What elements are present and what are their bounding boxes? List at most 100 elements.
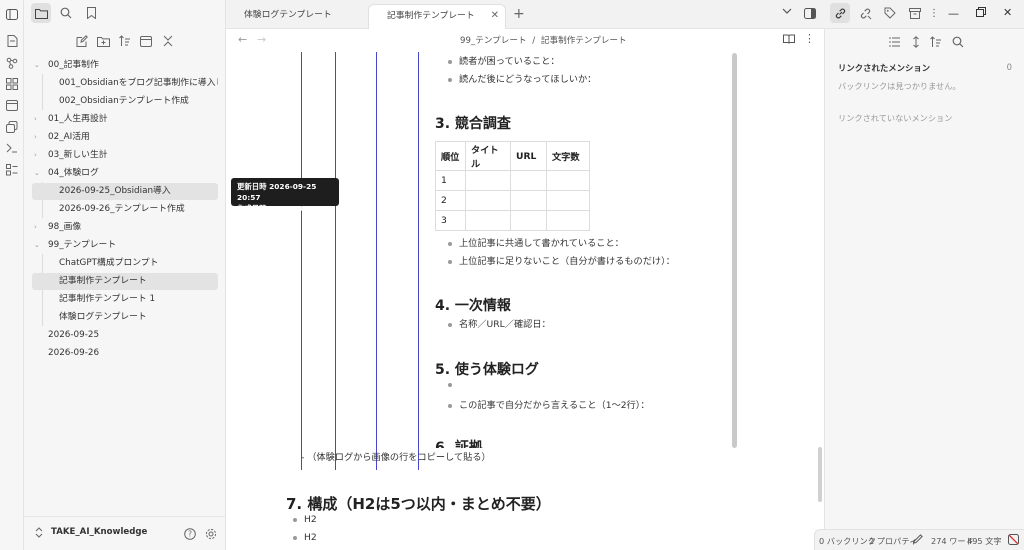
tree-file[interactable]: 2026-09-26 — [32, 345, 218, 362]
collapse-view-icon[interactable] — [136, 31, 156, 51]
tree-folder[interactable]: ⌄ 00_記事制作 — [32, 57, 218, 74]
calendar-icon[interactable] — [4, 97, 20, 113]
tree-folder[interactable]: › 03_新しい生計 — [32, 147, 218, 164]
restore-icon[interactable] — [976, 7, 986, 20]
window-close-icon[interactable]: ✕ — [1003, 6, 1012, 19]
properties-count[interactable]: 2 プロパティ — [869, 535, 917, 547]
heading-clipped-wrapper: 6. 証拠 — [435, 433, 735, 448]
file-explorer-sidebar: ⌄ 00_記事制作 001_Obsidianをブログ記事制作に導入し... 002… — [24, 0, 226, 550]
sort-icon[interactable] — [926, 32, 946, 52]
folder-icon[interactable] — [31, 3, 51, 23]
tags-icon[interactable] — [880, 3, 900, 23]
tree-folder[interactable]: › 98_画像 — [32, 219, 218, 236]
list-item: 上位記事に共通して書かれていること： — [448, 235, 624, 249]
breadcrumb-folder[interactable]: 99_テンプレート — [460, 36, 527, 46]
status-bar: 0 バックリンク 2 プロパティ 274 ワード 495 文字 — [814, 529, 1024, 550]
search-icon[interactable] — [948, 32, 968, 52]
expand-vertical-icon[interactable] — [906, 32, 926, 52]
tree-file[interactable]: 体験ログテンプレート — [32, 309, 218, 326]
linked-mentions-title[interactable]: リンクされたメンション — [838, 62, 930, 74]
tree-folder[interactable]: › 02_AI活用 — [32, 129, 218, 146]
tree-file[interactable]: 2026-09-26_テンプレート作成 — [32, 201, 218, 218]
table-cell[interactable]: 3 — [435, 210, 466, 231]
backlinks-count[interactable]: 0 バックリンク — [819, 535, 876, 547]
outer-scrollbar[interactable] — [818, 447, 822, 502]
svg-text:?: ? — [188, 530, 192, 539]
table-row: 3 — [435, 210, 590, 231]
canvas-icon[interactable] — [4, 76, 20, 92]
table-cell[interactable] — [465, 190, 511, 211]
unlinked-mentions-title[interactable]: リンクされていないメンション — [838, 112, 952, 124]
table-cell[interactable] — [510, 170, 547, 191]
tree-file-selected[interactable]: 2026-09-25_Obsidian導入 — [32, 183, 218, 200]
table-cell[interactable] — [510, 210, 547, 231]
chevron-down-icon: ⌄ — [34, 169, 40, 177]
reading-view-icon[interactable] — [783, 34, 795, 47]
bullet-dot — [448, 241, 452, 246]
bullet-dot — [293, 517, 297, 522]
bullet-dot — [448, 77, 452, 82]
sidebar-toggle-icon[interactable] — [4, 6, 20, 22]
vault-switcher[interactable]: TAKE_AI_Knowledge ? — [24, 516, 226, 550]
bookmark-icon[interactable] — [81, 3, 101, 23]
copy-icon[interactable] — [4, 119, 20, 135]
inner-scrollbar[interactable] — [732, 53, 737, 448]
tooltip-created: 作成日時 2026-09-25 20:53 — [237, 204, 317, 224]
tab-experience-log-template[interactable]: 体験ログテンプレート — [226, 4, 360, 29]
sidebar-header — [24, 0, 226, 28]
heading-competition: 3. 競合調査 — [435, 116, 511, 132]
obsidian-window: ⌄ 00_記事制作 001_Obsidianをブログ記事制作に導入し... 002… — [0, 0, 1024, 550]
template-icon[interactable] — [4, 162, 20, 178]
table-cell[interactable] — [465, 210, 511, 231]
search-icon[interactable] — [56, 3, 76, 23]
back-arrow-icon[interactable]: ← — [238, 33, 247, 46]
sync-off-icon[interactable] — [1008, 534, 1019, 547]
settings-gear-icon[interactable] — [201, 524, 221, 544]
table-cell[interactable] — [546, 170, 590, 191]
collapse-all-icon[interactable] — [158, 31, 178, 51]
new-note-icon[interactable] — [4, 33, 20, 49]
sort-icon[interactable] — [115, 31, 135, 51]
list-item: H2 — [293, 514, 317, 525]
right-sidebar-toggle-icon[interactable] — [804, 8, 816, 22]
tab-article-template[interactable]: 記事制作テンプレート ✕ — [368, 4, 506, 29]
backlinks-icon[interactable] — [830, 3, 850, 23]
table-row: 2 — [435, 190, 590, 211]
close-icon[interactable]: ✕ — [491, 5, 499, 27]
minimize-icon[interactable]: — — [948, 7, 959, 20]
chevron-down-icon[interactable] — [782, 7, 792, 18]
outgoing-links-icon[interactable] — [855, 3, 875, 23]
breadcrumb-file[interactable]: 記事制作テンプレート — [541, 36, 627, 46]
breadcrumb-separator: / — [532, 36, 536, 46]
more-options-icon[interactable]: ⋮ — [804, 32, 815, 45]
tree-folder[interactable]: ⌄ 99_テンプレート — [32, 237, 218, 254]
graph-view-icon[interactable] — [4, 55, 20, 71]
table-cell[interactable] — [546, 190, 590, 211]
tree-file[interactable]: 記事制作テンプレート 1 — [32, 291, 218, 308]
tree-folder[interactable]: ⌄ 04_体験ログ — [32, 165, 218, 182]
bullet-dot — [448, 382, 452, 387]
table-cell[interactable]: 1 — [435, 170, 466, 191]
new-note-button[interactable] — [72, 31, 92, 51]
tree-file[interactable]: 002_Obsidianテンプレート作成 — [32, 93, 218, 110]
tree-file[interactable]: 001_Obsidianをブログ記事制作に導入し... — [32, 75, 218, 92]
terminal-icon[interactable] — [4, 140, 20, 156]
list-item: H2 — [293, 532, 317, 543]
new-folder-button[interactable] — [93, 31, 113, 51]
archive-icon[interactable] — [905, 3, 925, 23]
table-cell[interactable] — [465, 170, 511, 191]
table-cell[interactable] — [510, 190, 547, 211]
bullet-dot — [293, 535, 297, 540]
edit-pencil-icon[interactable] — [913, 534, 923, 546]
table-cell[interactable]: 2 — [435, 190, 466, 211]
more-options-icon[interactable]: ⋮ — [929, 8, 939, 19]
table-cell[interactable] — [546, 210, 590, 231]
tree-file[interactable]: ChatGPT構成プロンプト — [32, 255, 218, 272]
list-view-icon[interactable] — [885, 32, 905, 52]
forward-arrow-icon[interactable]: → — [257, 33, 266, 46]
new-tab-icon[interactable]: + — [513, 6, 525, 22]
help-icon[interactable]: ? — [180, 524, 200, 544]
tree-file-active[interactable]: 記事制作テンプレート — [32, 273, 218, 290]
tree-file[interactable]: 2026-09-25 — [32, 327, 218, 344]
tree-folder[interactable]: › 01_人生再設計 — [32, 111, 218, 128]
